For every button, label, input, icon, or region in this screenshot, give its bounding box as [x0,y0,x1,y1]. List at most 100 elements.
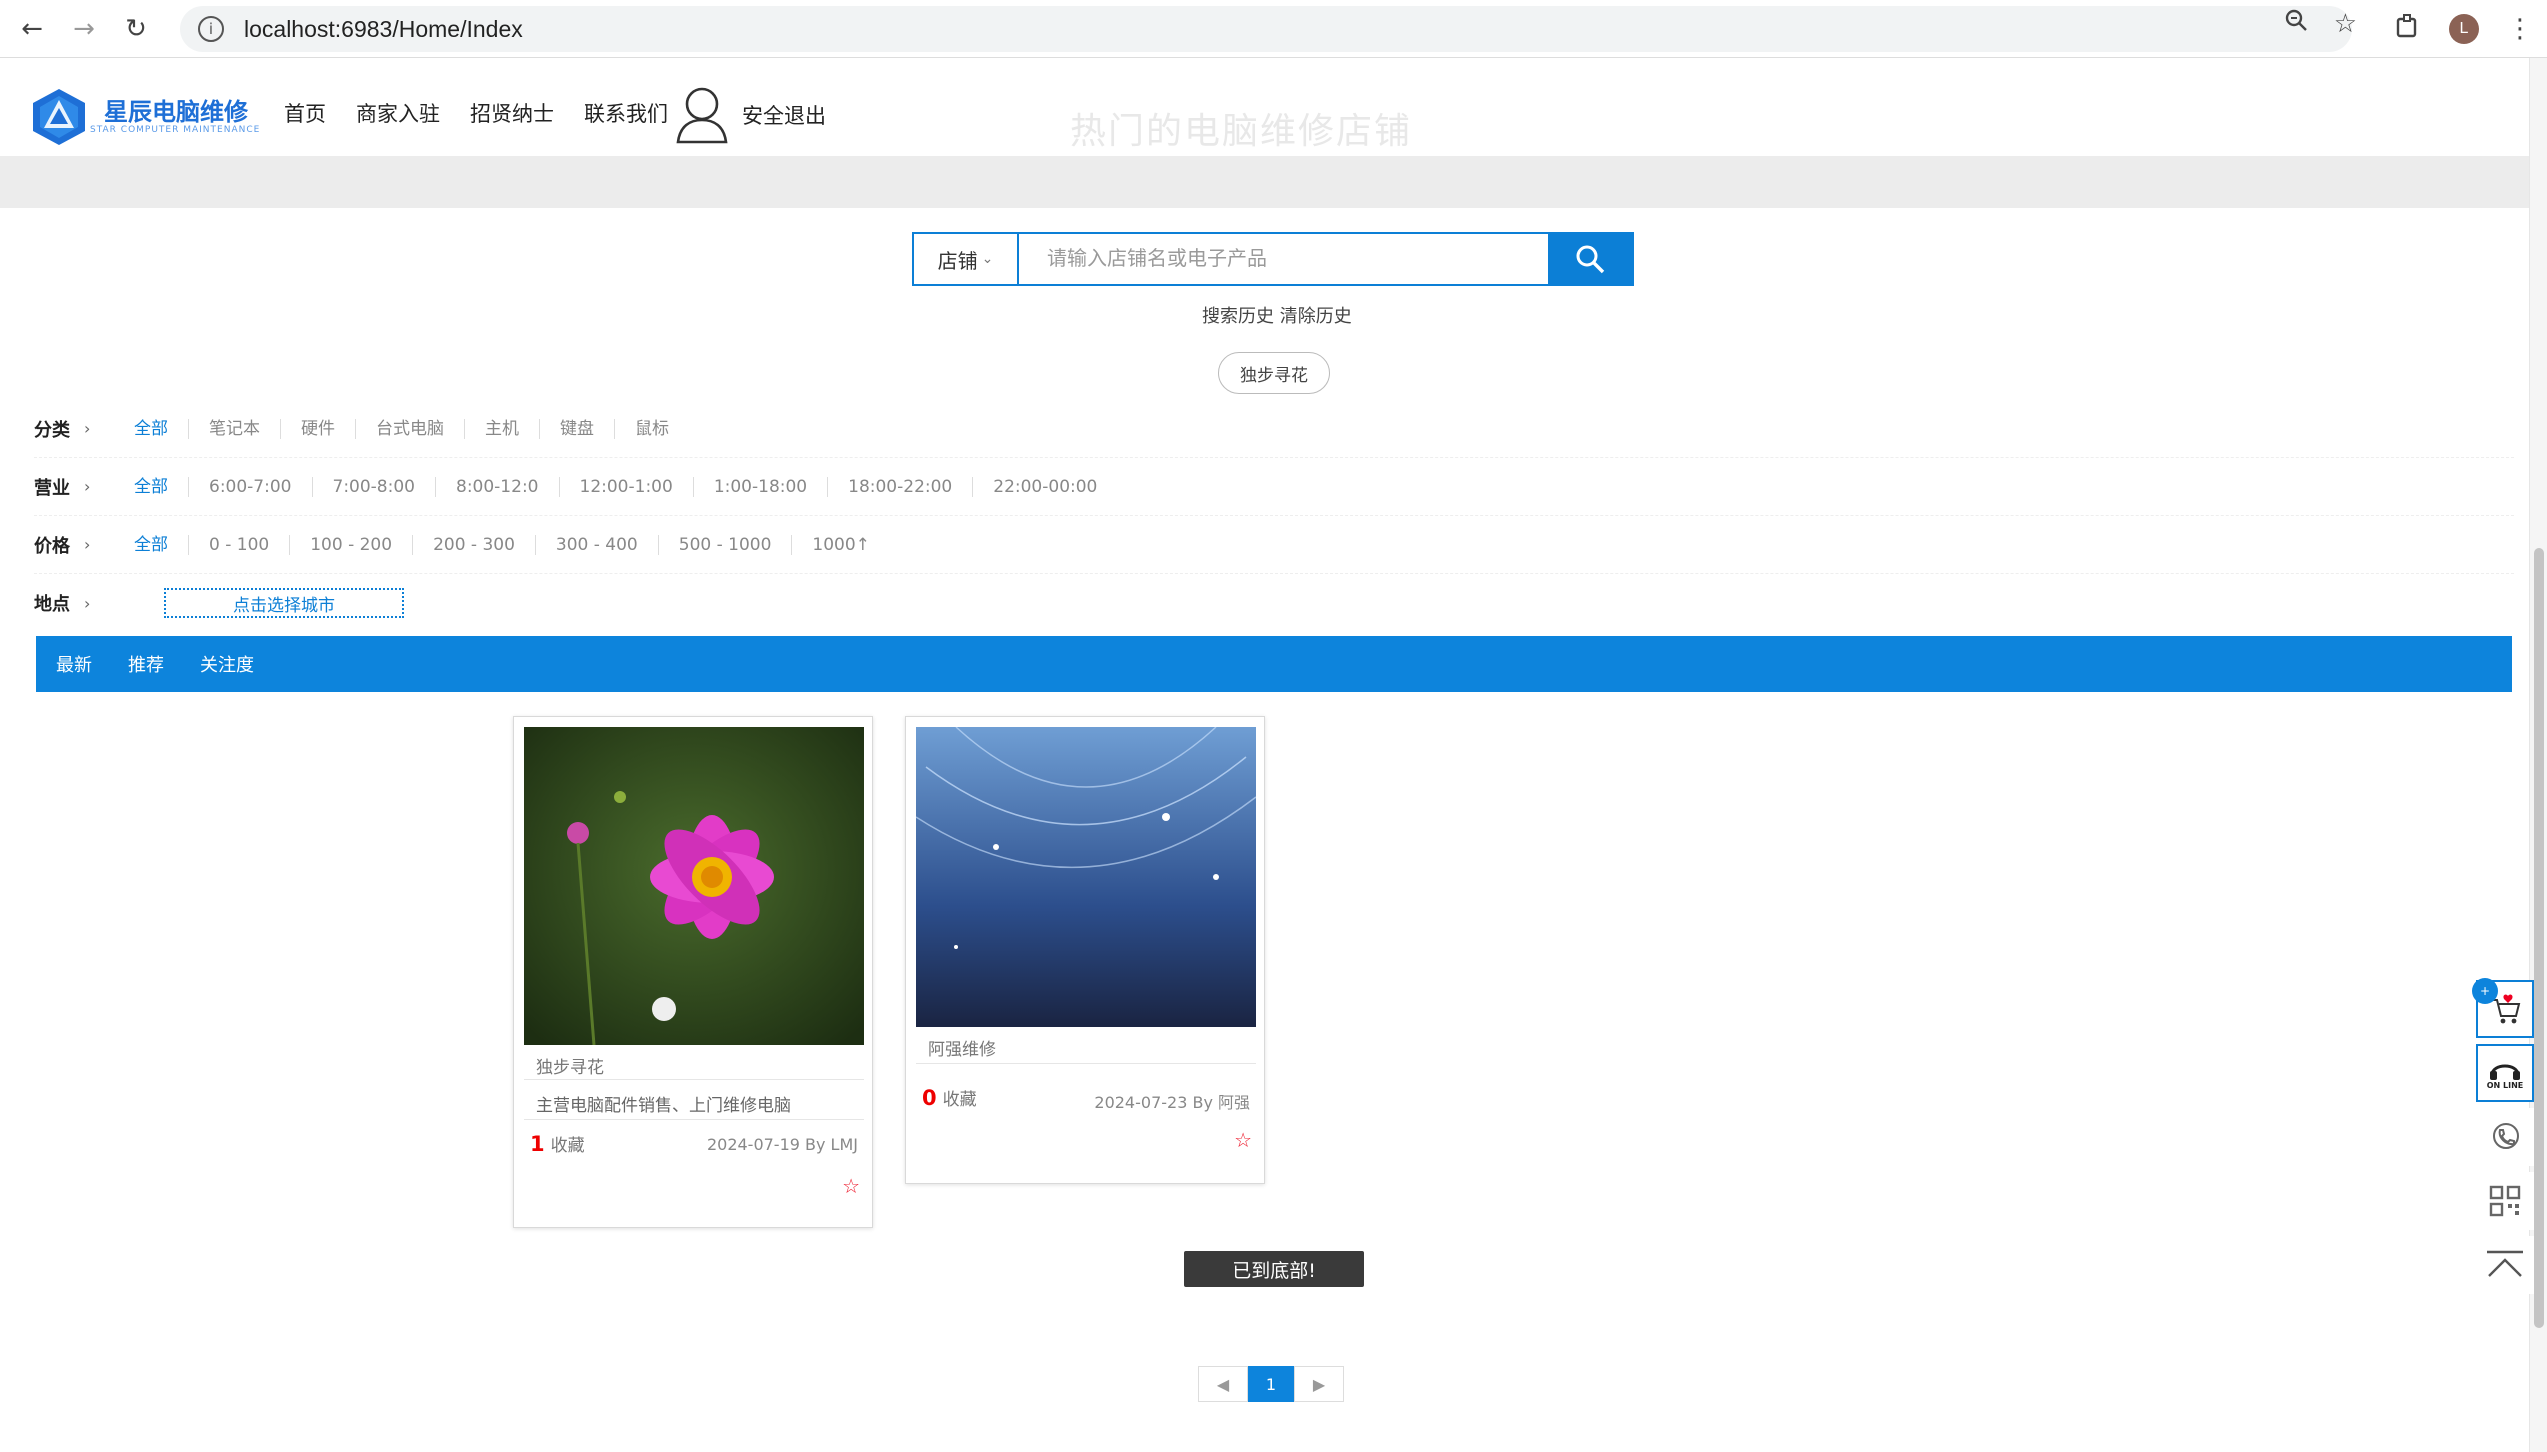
shop-card[interactable]: 独步寻花 主营电脑配件销售、上门维修电脑 1 收藏 2024-07-19 By L… [513,716,873,1228]
filter-option[interactable]: 12:00-1:00 [558,476,693,497]
filter-panel: 分类 › 全部 笔记本 硬件 台式电脑 主机 键盘 鼠标 营业 › 全部 6:0… [34,400,2514,632]
logo-subtext: STAR COMPUTER MAINTENANCE [90,125,261,135]
bookmark-star-icon[interactable]: ☆ [2334,9,2357,39]
chevron-down-icon: ⌄ [981,251,994,267]
filter-option[interactable]: 100 - 200 [289,534,412,555]
cart-badge: + [2472,978,2498,1004]
url-text[interactable]: localhost:6983/Home/Index [244,16,523,43]
address-bar[interactable]: i localhost:6983/Home/Index [180,6,2352,52]
cart-button[interactable]: + [2472,978,2534,1038]
sort-tab-recommended[interactable]: 推荐 [128,651,164,677]
browser-toolbar: ← → ↻ i localhost:6983/Home/Index ☆ L ⋮ [0,0,2547,58]
online-label: ON LINE [2486,1080,2524,1090]
search-history[interactable]: 搜索历史 清除历史 [1202,302,1352,328]
logo-text: 星辰电脑维修 [104,98,248,126]
favorite-star-icon[interactable]: ☆ [842,1174,860,1198]
favorite-star-icon[interactable]: ☆ [1234,1128,1252,1152]
chevron-right-icon: › [84,593,91,613]
shop-description: 主营电脑配件销售、上门维修电脑 [536,1096,791,1116]
menu-dots-icon[interactable]: ⋮ [2507,14,2533,44]
filter-option[interactable]: 硬件 [280,418,355,439]
filter-option[interactable]: 8:00-12:0 [435,476,559,497]
filter-option[interactable]: 全部 [134,535,188,555]
main-nav: 首页 商家入驻 招贤纳士 联系我们 [284,98,668,128]
filter-option[interactable]: 18:00-22:00 [827,476,972,497]
zoom-icon[interactable] [2284,8,2308,39]
filter-option[interactable]: 台式电脑 [355,418,464,439]
nav-home[interactable]: 首页 [284,98,326,128]
filter-option[interactable]: 鼠标 [614,418,689,439]
extensions-icon[interactable] [2395,13,2421,46]
logout-link[interactable]: 安全退出 [742,100,826,130]
online-service-button[interactable]: ON LINE [2476,1044,2534,1102]
favorite-label: 收藏 [550,1136,585,1156]
profile-avatar[interactable]: L [2449,14,2479,44]
search-icon [1576,245,1605,274]
filter-option[interactable]: 22:00-00:00 [972,476,1117,497]
divider [524,1079,864,1080]
banner-band [0,156,2529,208]
filter-label: 价格 [34,535,70,557]
user-icon[interactable] [672,82,732,146]
shop-date-author: 2024-07-23 By 阿强 [1094,1093,1250,1112]
chevron-right-icon: › [84,535,91,554]
sort-bar: 最新 推荐 关注度 [36,636,2512,692]
next-page-button[interactable]: ▶ [1294,1366,1344,1402]
filter-option[interactable]: 500 - 1000 [657,534,792,555]
filter-option[interactable]: 键盘 [539,418,614,439]
shop-name[interactable]: 独步寻花 [536,1053,604,1078]
shop-card[interactable]: 阿强维修 0 收藏 2024-07-23 By 阿强 ☆ [905,716,1265,1184]
filter-option[interactable]: 0 - 100 [188,534,289,555]
filter-option[interactable]: 7:00-8:00 [311,476,436,497]
phone-button[interactable] [2476,1108,2534,1166]
select-city-button[interactable]: 点击选择城市 [164,588,404,618]
sort-tab-latest[interactable]: 最新 [56,651,92,677]
site-logo[interactable]: 星辰电脑维修 STAR COMPUTER MAINTENANCE [28,86,260,148]
filter-row-price: 价格 › 全部 0 - 100 100 - 200 200 - 300 300 … [34,516,2514,574]
arrow-up-icon [2487,1250,2523,1277]
qrcode-icon [2489,1185,2521,1217]
chevron-right-icon: › [84,419,91,438]
favorite-label: 收藏 [942,1090,977,1110]
filter-option[interactable]: 笔记本 [188,418,280,439]
headset-icon [2490,1064,2520,1080]
ghost-title: 热门的电脑维修店铺 [1070,111,1413,152]
filter-option[interactable]: 全部 [134,477,188,497]
shop-image[interactable] [916,727,1256,1027]
end-of-list-message: 已到底部! [1184,1251,1364,1287]
filter-option[interactable]: 6:00-7:00 [188,476,312,497]
search-input[interactable] [1019,234,1548,284]
filter-label: 分类 [34,419,70,441]
site-info-icon[interactable]: i [198,16,224,42]
favorite-number: 1 [530,1132,545,1156]
qrcode-button[interactable] [2476,1172,2534,1230]
search-button[interactable] [1548,234,1632,284]
filter-label: 营业 [34,477,70,499]
page-number[interactable]: 1 [1248,1366,1294,1402]
filter-option[interactable]: 300 - 400 [534,534,658,555]
filter-option[interactable]: 全部 [134,419,188,439]
filter-option[interactable]: 200 - 300 [412,534,535,555]
nav-contact[interactable]: 联系我们 [584,98,668,128]
shop-image[interactable] [524,727,864,1045]
favorite-number: 0 [922,1086,937,1110]
shop-date-author: 2024-07-19 By LMJ [706,1135,858,1154]
side-toolbar: + ON LINE [2472,978,2534,1300]
search-type-select[interactable]: 店铺 ⌄ [914,234,1019,284]
sort-tab-attention[interactable]: 关注度 [200,651,254,677]
filter-option[interactable]: 1000↑ [791,534,890,555]
forward-icon[interactable]: → [64,9,104,49]
filter-option[interactable]: 主机 [464,418,539,439]
scrollbar-thumb[interactable] [2534,548,2544,1328]
shop-name[interactable]: 阿强维修 [928,1035,996,1060]
reload-icon[interactable]: ↻ [116,9,156,49]
filter-option[interactable]: 1:00-18:00 [692,476,827,497]
chevron-right-icon: › [84,477,91,496]
prev-page-button[interactable]: ◀ [1198,1366,1248,1402]
hot-search-tag[interactable]: 独步寻花 [1218,352,1330,394]
back-to-top-button[interactable] [2476,1236,2534,1294]
nav-merchant-join[interactable]: 商家入驻 [356,98,440,128]
divider [916,1063,1256,1064]
back-icon[interactable]: ← [12,9,52,49]
nav-recruit[interactable]: 招贤纳士 [470,98,554,128]
